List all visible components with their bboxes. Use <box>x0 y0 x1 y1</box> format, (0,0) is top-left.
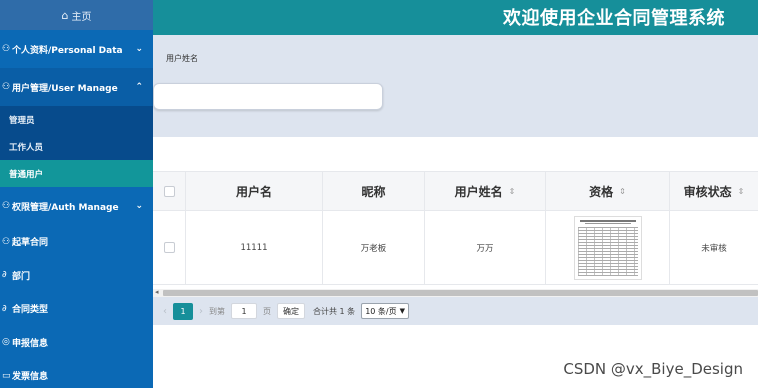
row-checkbox-cell <box>153 211 186 284</box>
horizontal-scrollbar[interactable]: ◂ <box>153 288 758 297</box>
column-header-status[interactable]: 审核状态 ⇕ <box>670 172 758 210</box>
sort-icon[interactable]: ⇕ <box>738 187 745 196</box>
sort-icon[interactable]: ⇕ <box>619 187 626 196</box>
table-header: 用户名 昵称 用户姓名 ⇕ 资格 ⇕ 审核状态 ⇕ <box>153 171 758 211</box>
sidebar-item-label: 管理员 <box>9 115 35 126</box>
link-icon: ∂ <box>2 270 7 281</box>
page-title: 欢迎使用企业合同管理系统 <box>503 8 725 29</box>
goto-label: 到第 <box>209 306 225 316</box>
home-icon: ⌂ <box>61 8 69 22</box>
column-label: 用户名 <box>235 184 272 199</box>
column-label: 审核状态 <box>683 184 732 199</box>
sidebar-item-label: 申报信息 <box>12 338 49 349</box>
sidebar-item-label: 部门 <box>12 271 31 282</box>
chevron-down-icon: ⌄ <box>135 201 143 211</box>
header-checkbox-cell <box>153 172 186 210</box>
chevron-down-icon: ⌄ <box>135 44 143 54</box>
sidebar-item-invoice[interactable]: ▭ 发票信息 <box>0 359 153 388</box>
column-label: 昵称 <box>361 184 386 199</box>
scrollbar-thumb[interactable] <box>163 290 758 296</box>
column-label: 用户姓名 <box>454 184 503 199</box>
watermark: CSDN @vx_Biye_Design <box>563 360 743 378</box>
sidebar-item-label: 工作人员 <box>9 142 44 153</box>
target-icon: ◎ <box>2 337 10 348</box>
scroll-left-icon[interactable]: ◂ <box>155 288 159 296</box>
page-number-current[interactable]: 1 <box>173 302 193 320</box>
cell-realname: 万万 <box>425 211 546 284</box>
cell-status: 未审核 <box>701 243 727 254</box>
table-row[interactable]: 11111 万老板 万万 未审核 <box>153 211 758 285</box>
search-input[interactable] <box>153 83 383 110</box>
sidebar-group-label: 权限管理/Auth Manage <box>12 202 119 213</box>
column-header-qualification[interactable]: 资格 ⇕ <box>546 172 670 210</box>
sidebar-group-user-manage[interactable]: ⚇ 用户管理/User Manage ⌃ <box>0 68 153 106</box>
sidebar: ⌂ 主页 ⚇ 个人资料/Personal Data ⌄ ⚇ 用户管理/User … <box>0 0 153 388</box>
sidebar-item-department[interactable]: ∂ 部门 <box>0 259 153 293</box>
column-label: 资格 <box>589 184 614 199</box>
search-bar: 用户姓名 <box>153 35 758 137</box>
cell-qualification <box>546 211 670 284</box>
column-header-username: 用户名 <box>186 172 323 210</box>
sidebar-group-label: 个人资料/Personal Data <box>12 45 123 56</box>
row-checkbox[interactable] <box>163 242 175 253</box>
next-page-icon[interactable]: › <box>199 306 203 317</box>
sidebar-item-label: 普通用户 <box>9 169 44 180</box>
data-table: 用户名 昵称 用户姓名 ⇕ 资格 ⇕ 审核状态 ⇕ 11111 万老板 万万 未… <box>153 171 758 297</box>
link-icon: ∂ <box>2 303 7 314</box>
person-icon: ⚇ <box>2 82 11 92</box>
sidebar-group-personal-data[interactable]: ⚇ 个人资料/Personal Data ⌄ <box>0 30 153 68</box>
sidebar-home-label: 主页 <box>71 11 92 23</box>
column-header-realname[interactable]: 用户姓名 ⇕ <box>425 172 546 210</box>
chevron-up-icon: ⌃ <box>135 82 143 92</box>
chevron-down-icon: ▼ <box>399 307 405 315</box>
sidebar-item-declaration[interactable]: ◎ 申报信息 <box>0 326 153 360</box>
sidebar-item-staff[interactable]: 工作人员 <box>0 133 153 160</box>
sidebar-item-label: 发票信息 <box>12 372 49 383</box>
sidebar-item-admin[interactable]: 管理员 <box>0 106 153 133</box>
sort-icon[interactable]: ⇕ <box>509 187 516 196</box>
sidebar-group-label: 用户管理/User Manage <box>12 83 118 94</box>
qualification-image[interactable] <box>573 215 642 280</box>
page-size-value: 10 条/页 <box>365 306 397 316</box>
sidebar-item-normal-user[interactable]: 普通用户 <box>0 160 153 187</box>
main-content: 用户姓名 用户名 昵称 用户姓名 ⇕ 资格 ⇕ 审核状态 ⇕ 11111 万老板… <box>153 35 758 388</box>
cell-nickname: 万老板 <box>323 211 425 284</box>
search-label: 用户姓名 <box>166 54 198 63</box>
person-icon: ⚇ <box>2 201 11 211</box>
page-size-select[interactable]: 10 条/页 ▼ <box>361 303 409 319</box>
sidebar-item-contract-type[interactable]: ∂ 合同类型 <box>0 292 153 326</box>
page-unit-label: 页 <box>263 306 271 316</box>
total-count: 合计共 1 条 <box>313 306 356 316</box>
sidebar-home[interactable]: ⌂ 主页 <box>0 0 153 30</box>
sidebar-item-label: 合同类型 <box>12 305 49 316</box>
goto-page-input[interactable]: 1 <box>231 303 257 319</box>
sidebar-item-label: 起草合同 <box>12 238 49 249</box>
goto-confirm-button[interactable]: 确定 <box>277 303 305 319</box>
top-header: 欢迎使用企业合同管理系统 <box>153 0 758 35</box>
column-header-nickname: 昵称 <box>323 172 425 210</box>
cell-username: 11111 <box>186 211 323 284</box>
sidebar-item-draft-contract[interactable]: ⚇ 起草合同 <box>0 225 153 259</box>
person-icon: ⚇ <box>2 236 11 247</box>
prev-page-icon[interactable]: ‹ <box>163 306 167 317</box>
folder-icon: ▭ <box>2 370 11 381</box>
select-all-checkbox[interactable] <box>163 185 175 197</box>
pagination: ‹ 1 › 到第 1 页 确定 合计共 1 条 10 条/页 ▼ <box>153 297 758 325</box>
sidebar-group-auth-manage[interactable]: ⚇ 权限管理/Auth Manage ⌄ <box>0 187 153 225</box>
person-icon: ⚇ <box>2 44 11 54</box>
